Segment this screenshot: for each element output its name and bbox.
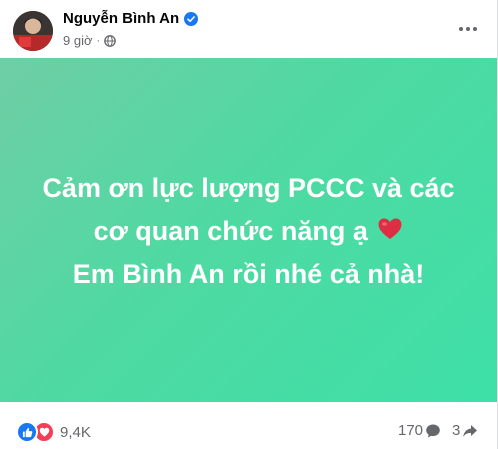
red-heart-icon [378,218,402,240]
post-meta: 9 giờ · [63,33,117,48]
avatar[interactable] [13,11,53,51]
comment-icon [426,424,440,437]
author-name[interactable]: Nguyễn Bình An [63,10,179,27]
meta-separator: · [96,34,101,47]
message-line-3: Em Bình An rồi nhé cả nhà! [72,258,425,289]
message-line-2-row: cơ quan chức năng ạ [42,210,454,253]
post-footer: 9,4K 170 3 [0,402,497,449]
facebook-post: Nguyễn Bình An 9 giờ · Cảm ơn lực lượng … [0,0,498,449]
post-time[interactable]: 9 giờ [63,33,93,48]
more-options-button[interactable] [456,19,480,39]
message-line-1: Cảm ơn lực lượng PCCC và các [42,172,455,203]
more-dot-icon [466,27,470,31]
more-dot-icon [473,27,477,31]
comment-count-button[interactable]: 170 [398,422,441,439]
share-icon [463,424,478,437]
verified-badge-icon [184,11,199,26]
comment-count: 170 [398,422,424,439]
avatar-image [13,11,53,51]
post-background-card: Cảm ơn lực lượng PCCC và các cơ quan chứ… [0,58,497,402]
reactions-summary[interactable]: 9,4K [16,421,91,443]
post-header: Nguyễn Bình An 9 giờ · [0,0,498,58]
share-count: 3 [452,422,461,439]
author-name-row: Nguyễn Bình An [63,10,199,27]
like-icon [16,421,38,443]
reaction-count: 9,4K [60,423,91,441]
post-message: Cảm ơn lực lượng PCCC và các cơ quan chứ… [42,167,454,296]
more-dot-icon [459,27,463,31]
message-line-2: cơ quan chức năng ạ [93,215,368,246]
globe-icon [104,34,117,47]
share-count-button[interactable]: 3 [452,422,478,439]
